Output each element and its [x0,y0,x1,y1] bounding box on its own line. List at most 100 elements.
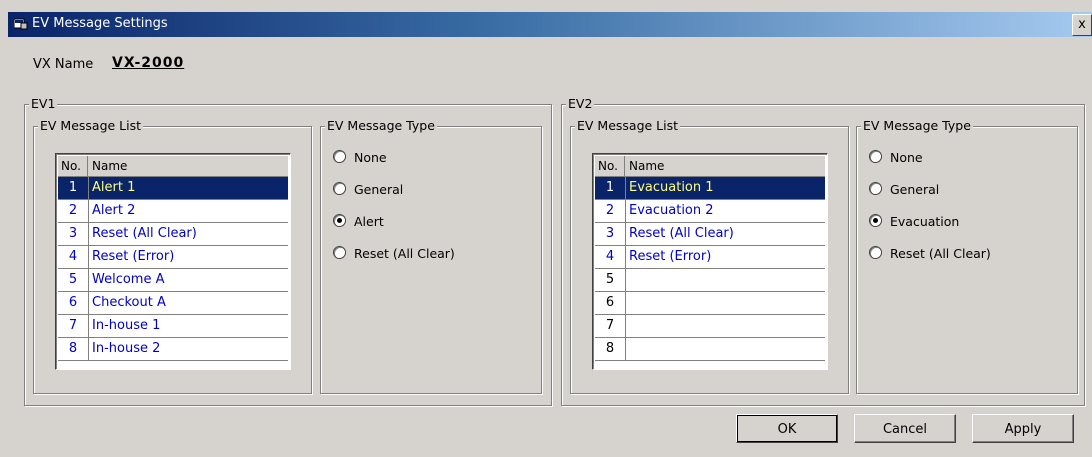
list-item-no: 8 [58,338,89,360]
column-header-no[interactable]: No. [595,156,625,176]
radio-unchecked-icon[interactable] [333,150,346,163]
list-item-name: Checkout A [92,295,166,310]
list-item-name [627,315,825,337]
radio-label: General [890,182,940,197]
radio-label: General [354,182,404,197]
radio-label: Alert [354,214,384,229]
ev1-message-type-group: EV Message Type None General Alert Reset (A… [320,118,542,394]
list-item-name [627,338,825,360]
ev2-group-title: EV2 [566,96,595,112]
list-item[interactable]: 6 Checkout A [58,292,288,315]
radio-reset-all-clear[interactable]: Reset (All Clear) [333,244,455,264]
radio-none[interactable]: None [333,148,387,168]
list-item-no: 2 [595,200,626,222]
vx-name-value: VX-2000 [112,55,185,71]
close-icon: x [1078,17,1086,32]
list-item[interactable]: 8 [595,338,825,361]
list-item-no: 6 [595,292,626,314]
ev2-message-type-title: EV Message Type [861,118,973,134]
list-item-no: 8 [595,338,626,360]
ev1-group-title: EV1 [29,96,58,112]
list-item-name: Evacuation 2 [629,203,714,218]
list-item[interactable]: 4 Reset (Error) [595,246,825,269]
list-item-no: 7 [595,315,626,337]
radio-unchecked-icon[interactable] [333,246,346,259]
list-item-no: 1 [595,177,626,199]
ev-message-settings-dialog: EV Message Settings x VX Name VX-2000 EV… [0,0,1092,457]
ev2-message-list[interactable]: No. Name 1 Evacuation 1 2 Evacuation 2 3 Rese… [592,153,828,370]
list-item-name: In-house 2 [92,341,161,356]
column-header-name[interactable]: Name [627,156,664,176]
list-item[interactable]: 6 [595,292,825,315]
ev2-group: EV2 EV Message List No. Name 1 Evacuation… [561,96,1085,406]
title-bar[interactable]: EV Message Settings x [8,12,1092,37]
radio-alert[interactable]: Alert [333,212,384,232]
vx-name-label: VX Name [33,57,94,72]
radio-label: Reset (All Clear) [890,246,991,261]
apply-button[interactable]: Apply [972,414,1074,443]
ev2-message-list-title: EV Message List [575,118,681,134]
list-item-no: 5 [58,269,89,291]
list-header: No. Name [58,156,288,177]
ev1-message-list[interactable]: No. Name 1 Alert 1 2 Alert 2 3 Reset (All Cle… [55,153,291,370]
cancel-button[interactable]: Cancel [854,414,956,443]
radio-evacuation[interactable]: Evacuation [869,212,959,232]
radio-unchecked-icon[interactable] [869,246,882,259]
column-header-no[interactable]: No. [58,156,88,176]
radio-label: Reset (All Clear) [354,246,455,261]
list-item-no: 4 [58,246,89,268]
list-item-no: 7 [58,315,89,337]
radio-label: None [354,150,387,165]
list-item-no: 3 [58,223,89,245]
radio-general[interactable]: General [333,180,403,200]
list-item[interactable]: 1 Alert 1 [58,177,288,200]
radio-unchecked-icon[interactable] [869,182,882,195]
list-item[interactable]: 3 Reset (All Clear) [595,223,825,246]
list-item-name: Welcome A [92,272,165,287]
radio-general[interactable]: General [869,180,939,200]
list-item-name: Alert 1 [92,180,136,195]
radio-label: None [890,150,923,165]
list-item-no: 1 [58,177,89,199]
ev2-message-list-group: EV Message List No. Name 1 Evacuation 12E… [570,118,849,394]
app-icon [14,18,28,30]
list-item[interactable]: 2 Alert 2 [58,200,288,223]
list-header: No. Name [595,156,825,177]
list-item-no: 2 [58,200,89,222]
ok-button[interactable]: OK [736,414,838,443]
list-item-name: Evacuation 1 [629,180,714,195]
list-item-name: Reset (All Clear) [92,226,197,241]
list-item-no: 4 [595,246,626,268]
ev1-message-list-group: EV Message List No. Name 1 Alert 1 2 Alert … [33,118,312,394]
column-header-name[interactable]: Name [90,156,127,176]
radio-checked-icon[interactable] [333,214,346,227]
list-item-name: Alert 2 [92,203,136,218]
list-item-no: 3 [595,223,626,245]
radio-checked-icon[interactable] [869,214,882,227]
list-item-no: 5 [595,269,626,291]
ev1-message-list-title: EV Message List [38,118,144,134]
list-item-no: 6 [58,292,89,314]
list-item[interactable]: 5 Welcome A [58,269,288,292]
close-button[interactable]: x [1072,14,1092,36]
list-item-name [627,292,825,314]
list-item[interactable]: 1 Evacuation 1 [595,177,825,200]
list-item[interactable]: 5 [595,269,825,292]
list-item[interactable]: 2 Evacuation 2 [595,200,825,223]
list-item-name: Reset (All Clear) [629,226,734,241]
radio-unchecked-icon[interactable] [869,150,882,163]
list-item[interactable]: 7 In-house 1 [58,315,288,338]
radio-reset-all-clear[interactable]: Reset (All Clear) [869,244,991,264]
list-item[interactable]: 4 Reset (Error) [58,246,288,269]
list-item[interactable]: 3 Reset (All Clear) [58,223,288,246]
ev1-message-type-title: EV Message Type [325,118,437,134]
radio-label: Evacuation [890,214,960,229]
ev2-message-type-group: EV Message Type None General Evacuation Res… [856,118,1078,394]
list-item-name [627,269,825,291]
radio-unchecked-icon[interactable] [333,182,346,195]
list-item[interactable]: 7 [595,315,825,338]
list-item[interactable]: 8 In-house 2 [58,338,288,361]
ev1-group: EV1 EV Message List No. Name 1 Alert 1 2 Al… [24,96,552,406]
radio-none[interactable]: None [869,148,923,168]
list-item-name: Reset (Error) [629,249,712,264]
